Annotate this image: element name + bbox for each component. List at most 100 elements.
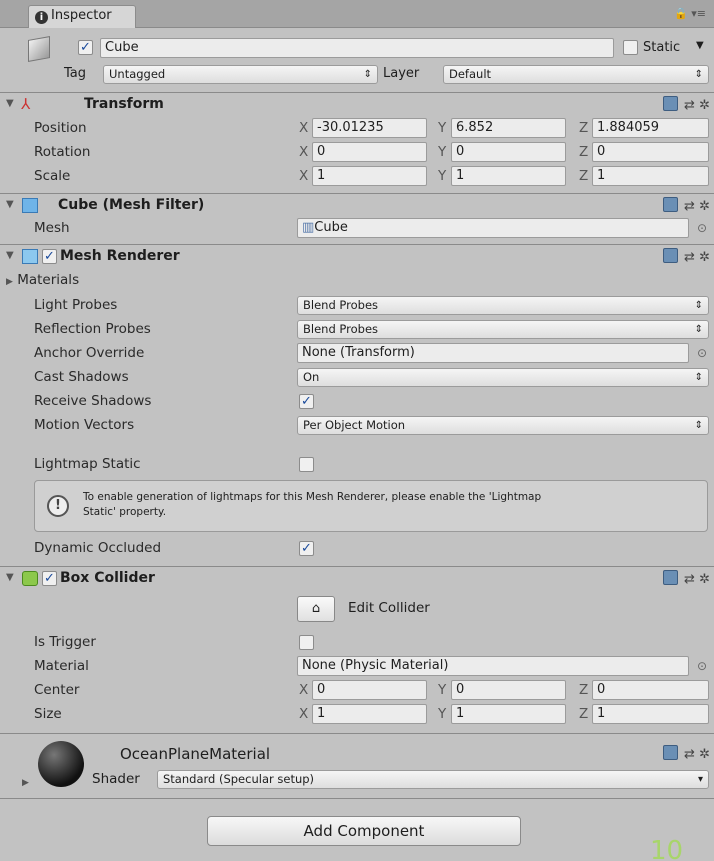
mesh-label: Mesh — [34, 220, 70, 236]
material-preview — [38, 741, 84, 787]
gear-icon[interactable]: ✲ — [699, 250, 710, 265]
reflection-probes-value: Blend Probes — [303, 322, 379, 336]
mesh-renderer-header[interactable]: ▼ ✓ Mesh Renderer ⇄ ✲ — [0, 244, 714, 270]
help-book-icon[interactable] — [663, 570, 679, 585]
foldout-icon[interactable]: ▼ — [6, 250, 14, 261]
tag-dropdown[interactable]: Untagged ⇕ — [103, 65, 378, 84]
material-tools: ⇄ ✲ — [663, 745, 710, 762]
anchor-override-field[interactable]: None (Transform) — [297, 343, 689, 363]
foldout-icon[interactable]: ▼ — [6, 572, 14, 583]
mesh-filter-title: Cube (Mesh Filter) — [58, 197, 205, 213]
materials-foldout[interactable]: ▶ Materials — [6, 272, 79, 288]
material-separator — [0, 733, 714, 734]
material-label: Material — [34, 658, 89, 674]
shader-dropdown[interactable]: Standard (Specular setup) ▾ — [157, 770, 709, 789]
add-component-button[interactable]: Add Component — [207, 816, 521, 846]
receive-shadows-label: Receive Shadows — [34, 393, 152, 409]
scale-z-field[interactable]: 1 — [592, 166, 709, 186]
gear-icon[interactable]: ✲ — [699, 98, 710, 113]
foldout-icon[interactable]: ▼ — [6, 98, 14, 109]
mesh-asset-icon: ▥ — [302, 220, 315, 235]
object-picker-icon[interactable]: ⊙ — [697, 221, 707, 235]
is-trigger-label: Is Trigger — [34, 634, 96, 650]
light-probes-dropdown[interactable]: Blend Probes ⇕ — [297, 296, 709, 315]
info-text-line1: To enable generation of lightmaps for th… — [83, 491, 542, 503]
gear-icon[interactable]: ✲ — [699, 199, 710, 214]
lightmap-static-checkbox[interactable] — [299, 457, 314, 472]
gear-icon[interactable]: ✲ — [699, 747, 710, 762]
cast-shadows-dropdown[interactable]: On ⇕ — [297, 368, 709, 387]
y-axis-label: Y — [438, 168, 447, 184]
x-axis-label: X — [299, 144, 309, 160]
physic-material-field[interactable]: None (Physic Material) — [297, 656, 689, 676]
edit-collider-button[interactable]: ⌂ — [297, 596, 335, 622]
static-label: Static — [643, 40, 681, 55]
dynamic-occluded-label: Dynamic Occluded — [34, 540, 162, 556]
mesh-renderer-title: Mesh Renderer — [60, 248, 180, 264]
mesh-filter-icon — [22, 198, 38, 213]
size-z-field[interactable]: 1 — [592, 704, 709, 724]
dynamic-occluded-checkbox[interactable]: ✓ — [299, 541, 314, 556]
help-book-icon[interactable] — [663, 96, 679, 111]
gear-icon[interactable]: ✲ — [699, 572, 710, 587]
transform-header[interactable]: ▼ ⅄ Transform ⇄ ✲ — [0, 92, 714, 118]
component-tools: ⇄ ✲ — [663, 570, 710, 587]
rotation-y-field[interactable]: 0 — [451, 142, 566, 162]
object-name-field[interactable]: Cube — [100, 38, 614, 58]
center-x-field[interactable]: 0 — [312, 680, 427, 700]
center-label: Center — [34, 682, 80, 698]
preset-icon[interactable]: ⇄ — [684, 747, 695, 762]
box-collider-title: Box Collider — [60, 570, 155, 586]
reflection-probes-dropdown[interactable]: Blend Probes ⇕ — [297, 320, 709, 339]
is-trigger-checkbox[interactable] — [299, 635, 314, 650]
position-z-field[interactable]: 1.884059 — [592, 118, 709, 138]
info-text-line2: Static' property. — [83, 506, 167, 518]
object-picker-icon[interactable]: ⊙ — [697, 346, 707, 360]
size-x-field[interactable]: 1 — [312, 704, 427, 724]
static-dropdown-icon[interactable]: ▼ — [696, 40, 704, 51]
foldout-icon[interactable]: ▼ — [6, 199, 14, 210]
mesh-field[interactable]: ▥Cube — [297, 218, 689, 238]
mesh-renderer-enabled-checkbox[interactable]: ✓ — [42, 249, 57, 264]
transform-title: Transform — [84, 96, 164, 112]
size-y-field[interactable]: 1 — [451, 704, 566, 724]
scale-y-field[interactable]: 1 — [451, 166, 566, 186]
y-axis-label: Y — [438, 706, 447, 722]
object-picker-icon[interactable]: ⊙ — [697, 659, 707, 673]
scale-label: Scale — [34, 168, 71, 184]
layer-dropdown[interactable]: Default ⇕ — [443, 65, 709, 84]
receive-shadows-checkbox[interactable]: ✓ — [299, 394, 314, 409]
preset-icon[interactable]: ⇄ — [684, 98, 695, 113]
rotation-z-field[interactable]: 0 — [592, 142, 709, 162]
static-checkbox[interactable] — [623, 40, 638, 55]
box-collider-header[interactable]: ▼ ✓ Box Collider ⇄ ✲ — [0, 566, 714, 592]
x-axis-label: X — [299, 706, 309, 722]
preset-icon[interactable]: ⇄ — [684, 199, 695, 214]
material-foldout-icon[interactable]: ▶ — [22, 778, 29, 788]
mesh-filter-header[interactable]: ▼ Cube (Mesh Filter) ⇄ ✲ — [0, 193, 714, 219]
preset-icon[interactable]: ⇄ — [684, 572, 695, 587]
preset-icon[interactable]: ⇄ — [684, 250, 695, 265]
tab-title: Inspector — [51, 8, 112, 23]
position-x-field[interactable]: -30.01235 — [312, 118, 427, 138]
help-book-icon[interactable] — [663, 248, 679, 263]
box-collider-enabled-checkbox[interactable]: ✓ — [42, 571, 57, 586]
z-axis-label: Z — [579, 706, 589, 722]
active-checkbox[interactable]: ✓ — [78, 40, 93, 55]
add-component-label: Add Component — [303, 822, 425, 840]
position-y-field[interactable]: 6.852 — [451, 118, 566, 138]
center-y-field[interactable]: 0 — [451, 680, 566, 700]
motion-vectors-value: Per Object Motion — [303, 418, 406, 432]
help-book-icon[interactable] — [663, 745, 679, 760]
tab-inspector[interactable]: i Inspector — [28, 5, 136, 28]
z-axis-label: Z — [579, 120, 589, 136]
lock-menu-icon[interactable]: 🔒 ▾≡ — [674, 7, 706, 20]
center-z-field[interactable]: 0 — [592, 680, 709, 700]
rotation-x-field[interactable]: 0 — [312, 142, 427, 162]
x-axis-label: X — [299, 682, 309, 698]
x-axis-label: X — [299, 120, 309, 136]
help-book-icon[interactable] — [663, 197, 679, 212]
lightmap-info-box: ! To enable generation of lightmaps for … — [34, 480, 708, 532]
motion-vectors-dropdown[interactable]: Per Object Motion ⇕ — [297, 416, 709, 435]
scale-x-field[interactable]: 1 — [312, 166, 427, 186]
